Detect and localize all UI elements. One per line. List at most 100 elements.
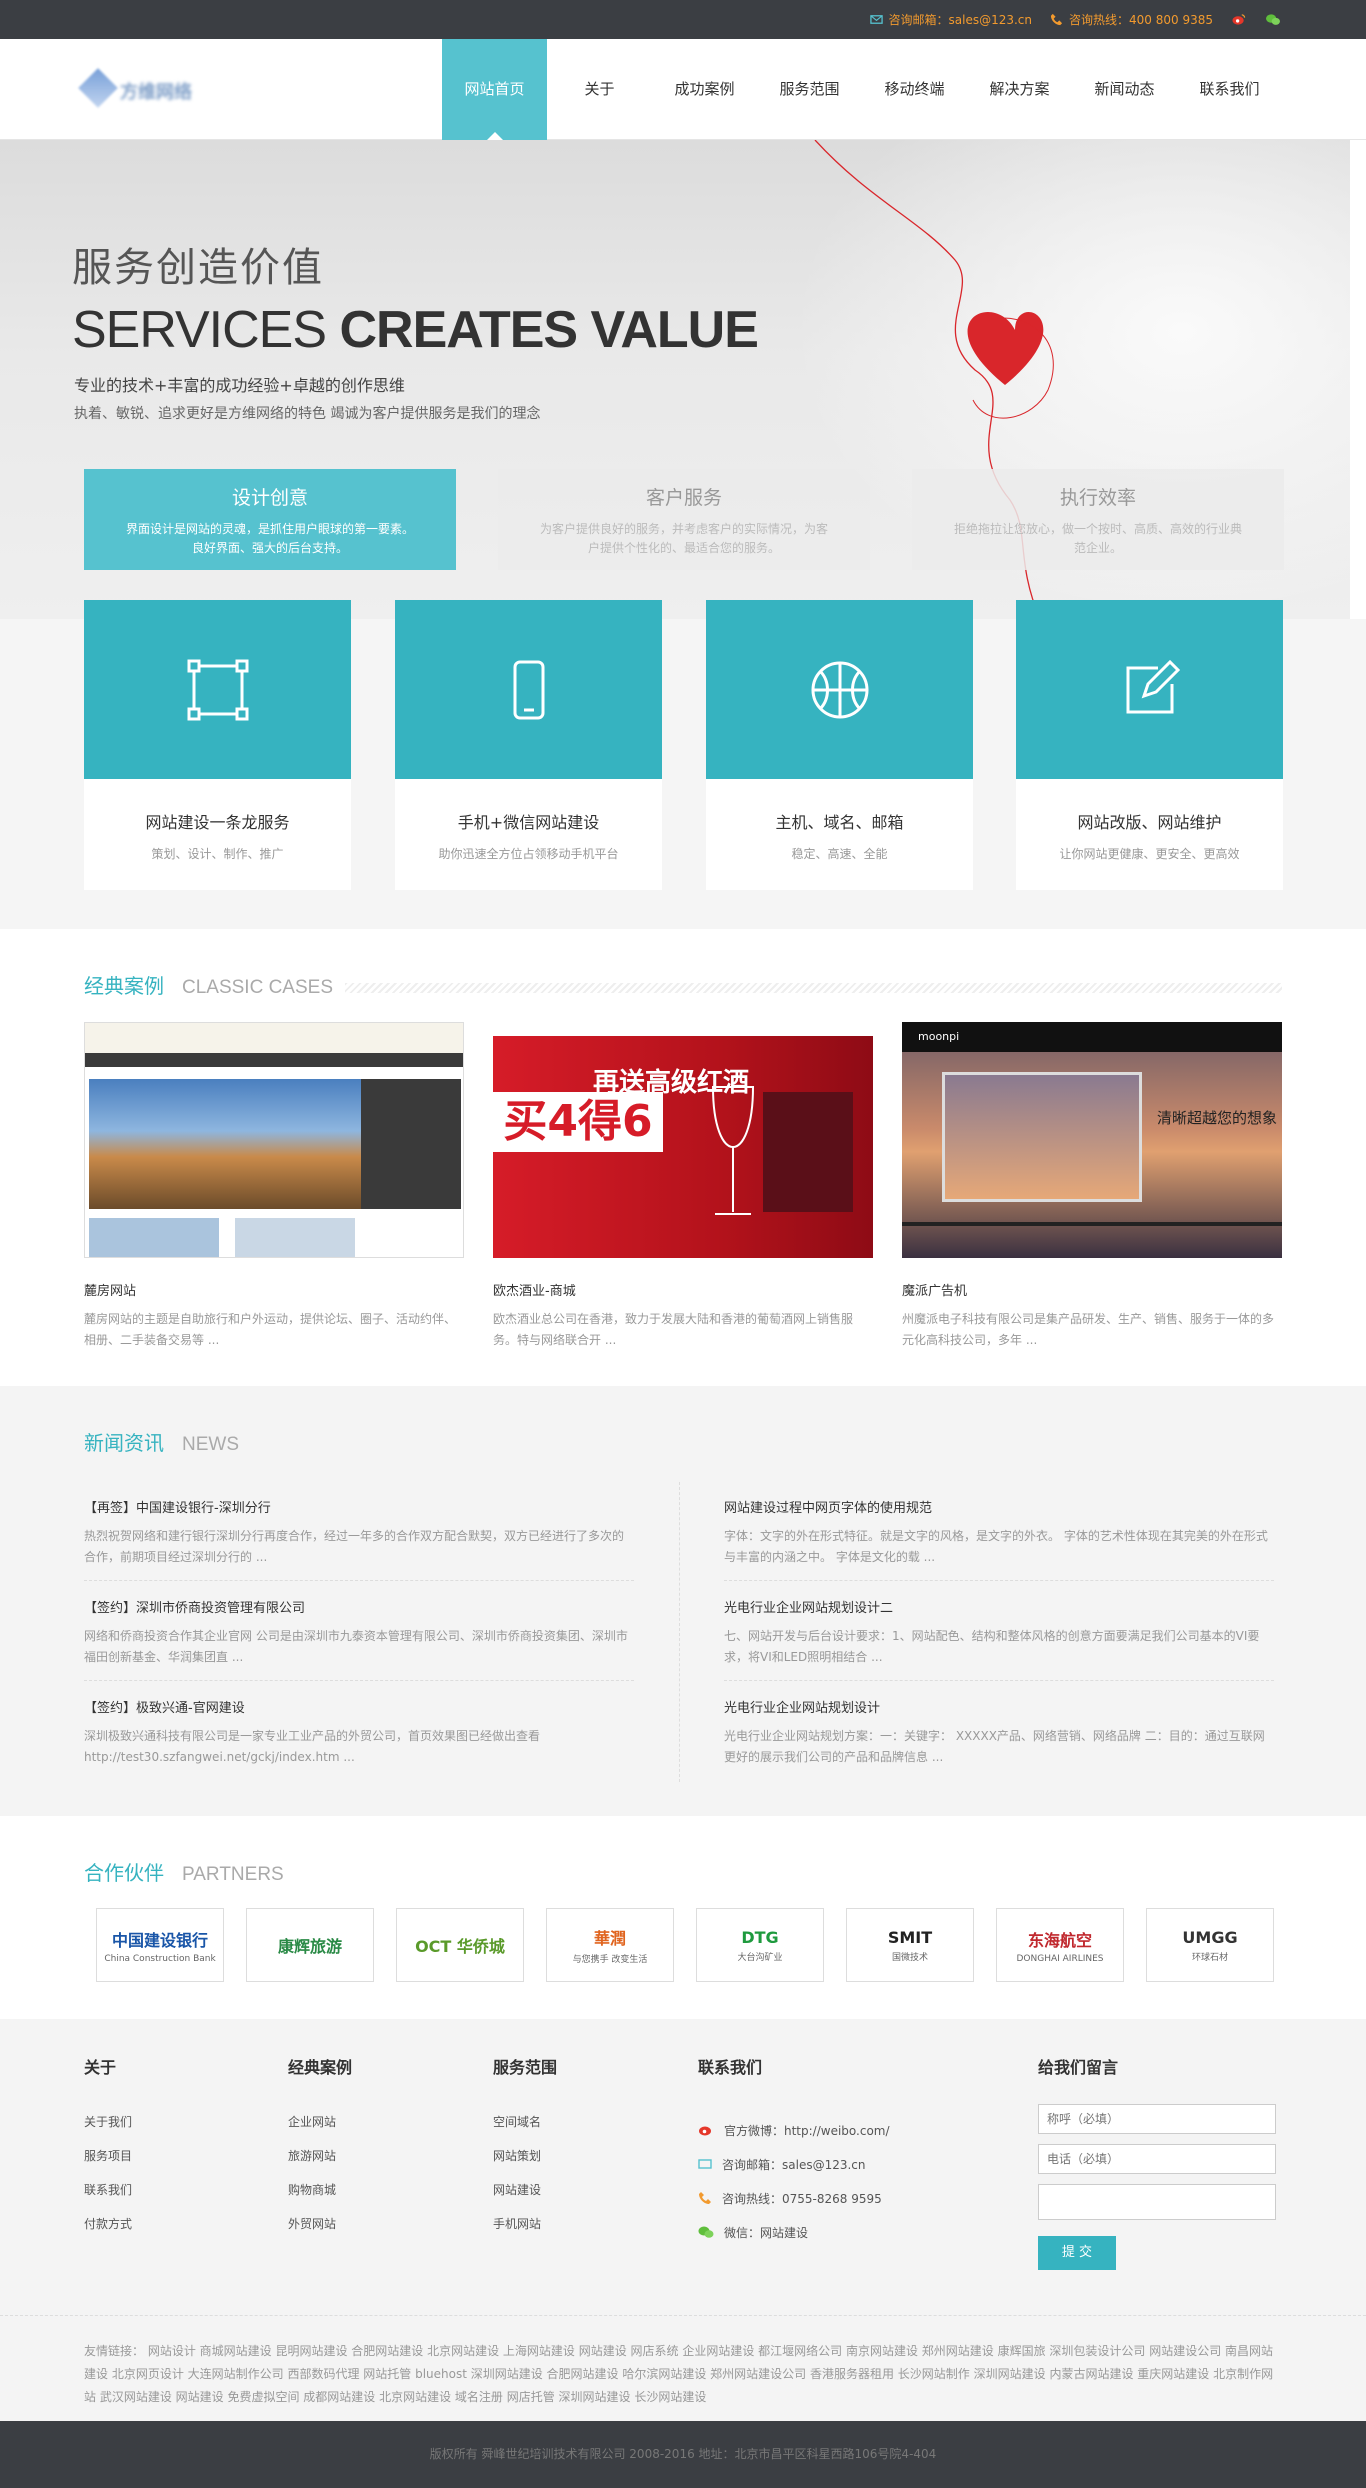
news-item-title[interactable]: 光电行业企业网站规划设计二 (724, 1597, 1274, 1616)
partner-logo-content: 东海航空 DONGHAI AIRLINES (1016, 1927, 1103, 1964)
nav-services[interactable]: 服务范围 (757, 39, 862, 140)
news-item-title[interactable]: 【签约】极致兴通-官网建设 (84, 1697, 634, 1716)
case-title[interactable]: 麓房网站 (84, 1280, 464, 1299)
feature-design[interactable]: 设计创意 界面设计是网站的灵魂，是抓住用户眼球的第一要素。良好界面、强大的后台支… (84, 469, 456, 570)
partner-logo[interactable]: SMIT 国微技术 (846, 1908, 974, 1982)
wechat-icon[interactable] (1265, 13, 1281, 26)
frame-crop-icon (187, 659, 248, 720)
topbar-email[interactable]: 咨询邮箱：sales@123.cn (869, 11, 1032, 28)
news-item-title[interactable]: 【签约】深圳市侨商投资管理有限公司 (84, 1597, 634, 1616)
footer-link[interactable]: 关于我们 (84, 2113, 132, 2147)
news-item[interactable]: 网站建设过程中网页字体的使用规范 字体：文字的外在形式特征。就是文字的风格，是文… (724, 1497, 1274, 1581)
case-item[interactable]: 再送高级红酒 买4得6 欧杰酒业-商城 欧杰酒业总公司在香港，致力于发展大陆和香… (493, 1022, 873, 1351)
partner-name: UMGG (1182, 1927, 1238, 1947)
partner-name: 康辉旅游 (277, 1937, 342, 1956)
footer-wechat[interactable]: 微信：网站建设 (698, 2215, 890, 2249)
footer-link[interactable]: 手机网站 (493, 2215, 557, 2249)
friend-links[interactable]: 友情链接： 网站设计 商城网站建设 昆明网站建设 合肥网站建设 北京网站建设 上… (84, 2340, 1284, 2409)
footer-link[interactable]: 联系我们 (84, 2181, 132, 2215)
footer-wechat-text: 微信：网站建设 (724, 2225, 809, 2240)
service-card-mobile[interactable]: 手机+微信网站建设 助你迅速全方位占领移动手机平台 (395, 600, 662, 890)
nav-mobile[interactable]: 移动终端 (862, 39, 967, 140)
phone-input[interactable] (1038, 2144, 1276, 2174)
nav-about[interactable]: 关于 (547, 39, 652, 140)
news-item-title[interactable]: 网站建设过程中网页字体的使用规范 (724, 1497, 1274, 1516)
feature-service[interactable]: 客户服务 为客户提供良好的服务，并考虑客户的实际情况，为客户提供个性化的、最适合… (498, 469, 870, 570)
news-item[interactable]: 【签约】深圳市侨商投资管理有限公司 网络和侨商投资合作其企业官网 公司是由深圳市… (84, 1597, 634, 1681)
news-item[interactable]: 光电行业企业网站规划设计二 七、网站开发与后台设计要求：1、网站配色、结构和整体… (724, 1597, 1274, 1681)
main-nav: 网站首页 关于 成功案例 服务范围 移动终端 解决方案 新闻动态 联系我们 (442, 39, 1282, 140)
news-item[interactable]: 【签约】极致兴通-官网建设 深圳极致兴通科技有限公司是一家专业工业产品的外贸公司… (84, 1697, 634, 1780)
case-item[interactable]: 麓房网站 麓房网站的主题是自助旅行和户外运动，提供论坛、圈子、活动约伴、相册、二… (84, 1022, 464, 1351)
partners-title: 合作伙伴 (84, 1861, 164, 1885)
case-thumbnail[interactable]: moonpi 清晰超越您的想象 (902, 1022, 1282, 1258)
footer-col-cases: 经典案例 企业网站 旅游网站 购物商城 外贸网站 (288, 2054, 352, 2249)
thumb-row (89, 1218, 219, 1257)
partner-name: 东海航空 (1027, 1930, 1092, 1950)
footer-weibo[interactable]: 官方微博：http://weibo.com/ (698, 2113, 890, 2147)
footer-phone: 咨询热线：0755-8268 9595 (698, 2181, 890, 2215)
thumb-promo: 买4得6 (493, 1092, 663, 1152)
partner-logo-content: 康辉旅游 (278, 1933, 342, 1957)
footer-link[interactable]: 付款方式 (84, 2215, 132, 2249)
nav-news[interactable]: 新闻动态 (1072, 39, 1177, 140)
partner-logo[interactable]: 華潤 与您携手 改变生活 (546, 1908, 674, 1982)
news-item[interactable]: 光电行业企业网站规划设计 光电行业企业网站规划方案：一：关键字： XXXXX产品… (724, 1697, 1274, 1780)
service-card-website[interactable]: 网站建设一条龙服务 策划、设计、制作、推广 (84, 600, 351, 890)
case-thumbnail[interactable] (84, 1022, 464, 1258)
news-item-title[interactable]: 光电行业企业网站规划设计 (724, 1697, 1274, 1716)
footer-link[interactable]: 旅游网站 (288, 2147, 352, 2181)
nav-home[interactable]: 网站首页 (442, 39, 547, 140)
case-title[interactable]: 欧杰酒业-商城 (493, 1280, 873, 1299)
footer-link[interactable]: 购物商城 (288, 2181, 352, 2215)
case-title[interactable]: 魔派广告机 (902, 1280, 1282, 1299)
footer-col-title: 给我们留言 (1038, 2058, 1119, 2077)
footer-link[interactable]: 网站策划 (493, 2147, 557, 2181)
feature-desc: 为客户提供良好的服务，并考虑客户的实际情况，为客户提供个性化的、最适合您的服务。 (539, 522, 828, 555)
wechat-icon (698, 2226, 714, 2238)
logo-text: 方维网络 (120, 82, 192, 103)
service-card-hosting[interactable]: 主机、域名、邮箱 稳定、高速、全能 (706, 600, 973, 890)
news-item[interactable]: 【再签】中国建设银行-深圳分行 热烈祝贺网络和建行银行深圳分行再度合作，经过一年… (84, 1497, 634, 1581)
footer-link[interactable]: 外贸网站 (288, 2215, 352, 2249)
service-card-maintenance[interactable]: 网站改版、网站维护 让你网站更健康、更安全、更高效 (1016, 600, 1283, 890)
message-textarea[interactable] (1038, 2184, 1276, 2220)
footer-link[interactable]: 空间域名 (493, 2113, 557, 2147)
thumb-nav (85, 1053, 463, 1067)
nav-solutions[interactable]: 解决方案 (967, 39, 1072, 140)
thumb-brand: moonpi (918, 1030, 960, 1043)
case-item[interactable]: moonpi 清晰超越您的想象 魔派广告机 州魔派电子科技有限公司是集产品研发、… (902, 1022, 1282, 1351)
feature-title: 设计创意 (231, 487, 308, 509)
weibo-icon[interactable] (1231, 13, 1247, 26)
partner-logo-content: 中国建设银行 China Construction Bank (104, 1927, 215, 1964)
name-input[interactable] (1038, 2104, 1276, 2134)
submit-button[interactable]: 提 交 (1038, 2236, 1116, 2270)
nav-contact[interactable]: 联系我们 (1177, 39, 1282, 140)
partner-subtitle: 大台沟矿业 (737, 1952, 783, 1963)
section-rule (345, 983, 1282, 993)
hero-tagline: 专业的技术+丰富的成功经验+卓越的创作思维 (74, 376, 405, 395)
partner-logo-content: UMGG 环球石材 (1182, 1928, 1237, 1963)
footer-link[interactable]: 服务项目 (84, 2147, 132, 2181)
basketball-icon (811, 661, 868, 718)
service-desc: 让你网站更健康、更安全、更高效 (1059, 847, 1240, 861)
footer-link[interactable]: 网站建设 (493, 2181, 557, 2215)
hero-description: 执着、敏锐、追求更好是方维网络的特色 竭诚为客户提供服务是我们的理念 (74, 406, 541, 422)
footer-link[interactable]: 企业网站 (288, 2113, 352, 2147)
partner-logo[interactable]: UMGG 环球石材 (1146, 1908, 1274, 1982)
site-logo[interactable]: 方维网络 (78, 68, 192, 108)
footer-email[interactable]: 咨询邮箱：sales@123.cn (698, 2147, 890, 2181)
partner-logo[interactable]: 东海航空 DONGHAI AIRLINES (996, 1908, 1124, 1982)
partner-logo[interactable]: 康辉旅游 (246, 1908, 374, 1982)
feature-title: 客户服务 (645, 487, 722, 509)
footer-divider (0, 2315, 1366, 2316)
partner-logo[interactable]: OCT 华侨城 (396, 1908, 524, 1982)
feature-efficiency[interactable]: 执行效率 拒绝拖拉让您放心，做一个按时、高质、高效的行业典范企业。 (912, 469, 1284, 570)
footer-col-title: 经典案例 (288, 2058, 353, 2077)
partner-logo[interactable]: DTG 大台沟矿业 (696, 1908, 824, 1982)
nav-cases[interactable]: 成功案例 (652, 39, 757, 140)
case-thumbnail[interactable]: 再送高级红酒 买4得6 (493, 1022, 873, 1258)
thumb-photo (89, 1079, 361, 1209)
news-item-title[interactable]: 【再签】中国建设银行-深圳分行 (84, 1497, 634, 1516)
partner-logo[interactable]: 中国建设银行 China Construction Bank (96, 1908, 224, 1982)
